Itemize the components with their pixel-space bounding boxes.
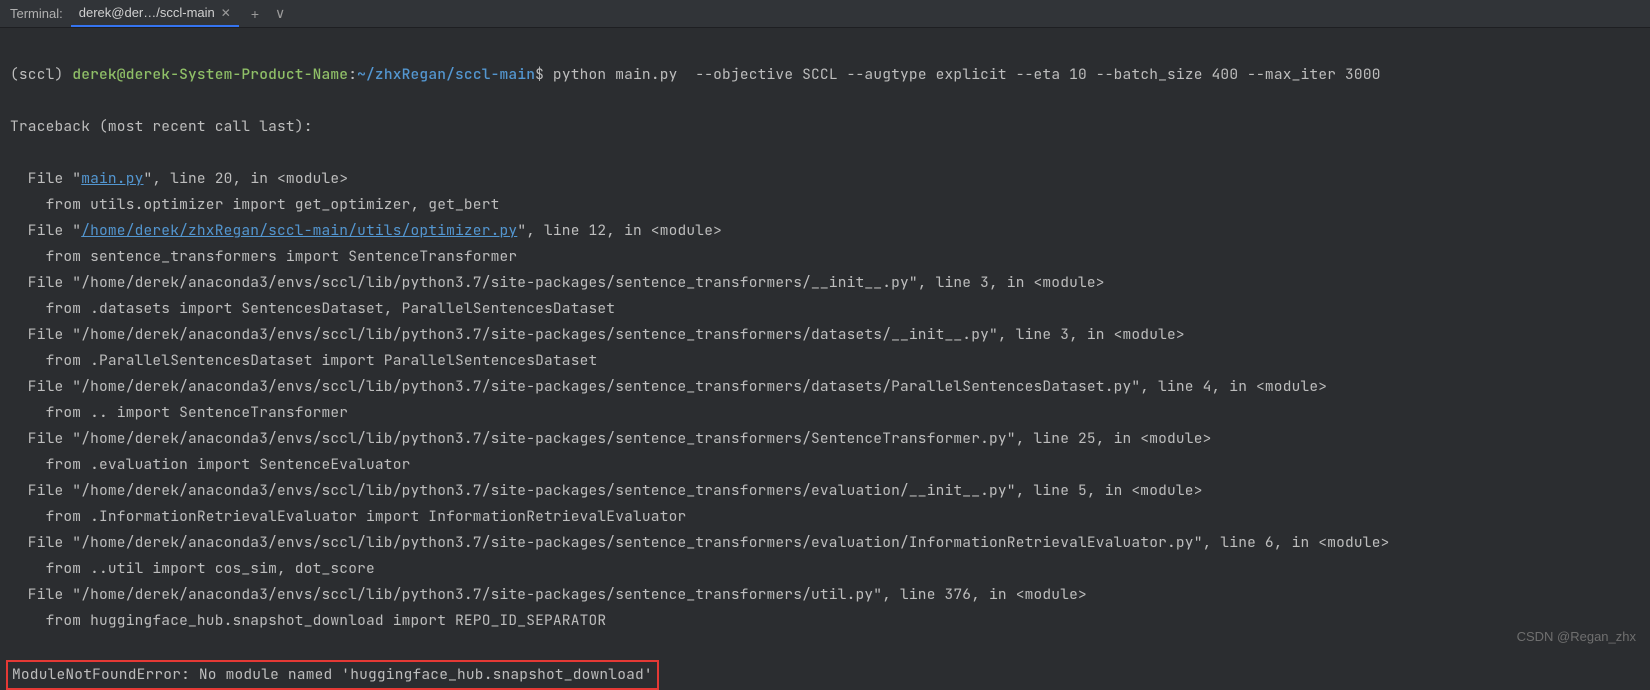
prompt-colon: : (348, 65, 357, 84)
traceback-file-line: File "/home/derek/anaconda3/envs/sccl/li… (10, 530, 1640, 556)
env-name: (sccl) (10, 65, 63, 84)
prompt-dollar: $ (535, 65, 544, 84)
traceback-code-line: from sentence_transformers import Senten… (10, 244, 1640, 270)
traceback-code-line: from utils.optimizer import get_optimize… (10, 192, 1640, 218)
error-line: ModuleNotFoundError: No module named 'hu… (12, 665, 653, 684)
prompt-line: (sccl) derek@derek-System-Product-Name:~… (10, 62, 1640, 88)
traceback-code-line: from .datasets import SentencesDataset, … (10, 296, 1640, 322)
traceback-file-line: File "/home/derek/anaconda3/envs/sccl/li… (10, 374, 1640, 400)
error-highlight: ModuleNotFoundError: No module named 'hu… (6, 660, 659, 690)
chevron-down-icon[interactable]: ∨ (271, 5, 289, 22)
traceback-file-line: File "/home/derek/zhxRegan/sccl-main/uti… (10, 218, 1640, 244)
terminal-tab-bar: Terminal: derek@der…/sccl-main ✕ + ∨ (0, 0, 1650, 28)
traceback-code-line: from .. import SentenceTransformer (10, 400, 1640, 426)
traceback-code-line: from ..util import cos_sim, dot_score (10, 556, 1640, 582)
traceback-file-line: File "/home/derek/anaconda3/envs/sccl/li… (10, 426, 1640, 452)
traceback-file-line: File "main.py", line 20, in <module> (10, 166, 1640, 192)
traceback-frames: File "main.py", line 20, in <module> fro… (10, 166, 1640, 634)
traceback-file-line: File "/home/derek/anaconda3/envs/sccl/li… (10, 322, 1640, 348)
terminal-tab-title: derek@der…/sccl-main (79, 5, 215, 20)
traceback-file-line: File "/home/derek/anaconda3/envs/sccl/li… (10, 478, 1640, 504)
traceback-code-line: from .ParallelSentencesDataset import Pa… (10, 348, 1640, 374)
add-tab-button[interactable]: + (247, 6, 263, 22)
traceback-code-line: from huggingface_hub.snapshot_download i… (10, 608, 1640, 634)
command-text: python main.py --objective SCCL --augtyp… (544, 65, 1381, 84)
close-icon[interactable]: ✕ (221, 6, 231, 20)
prompt-path: ~/zhxRegan/sccl-main (357, 65, 535, 84)
prompt-user: derek@derek-System-Product-Name (72, 65, 348, 84)
file-link[interactable]: /home/derek/zhxRegan/sccl-main/utils/opt… (81, 221, 517, 240)
traceback-header: Traceback (most recent call last): (10, 114, 1640, 140)
file-link[interactable]: main.py (81, 169, 143, 188)
terminal-tab-active[interactable]: derek@der…/sccl-main ✕ (71, 0, 239, 27)
terminal-label: Terminal: (10, 6, 63, 21)
traceback-file-line: File "/home/derek/anaconda3/envs/sccl/li… (10, 270, 1640, 296)
terminal-output[interactable]: (sccl) derek@derek-System-Product-Name:~… (0, 28, 1650, 690)
traceback-code-line: from .InformationRetrievalEvaluator impo… (10, 504, 1640, 530)
traceback-file-line: File "/home/derek/anaconda3/envs/sccl/li… (10, 582, 1640, 608)
watermark-text: CSDN @Regan_zhx (1517, 629, 1636, 644)
traceback-code-line: from .evaluation import SentenceEvaluato… (10, 452, 1640, 478)
